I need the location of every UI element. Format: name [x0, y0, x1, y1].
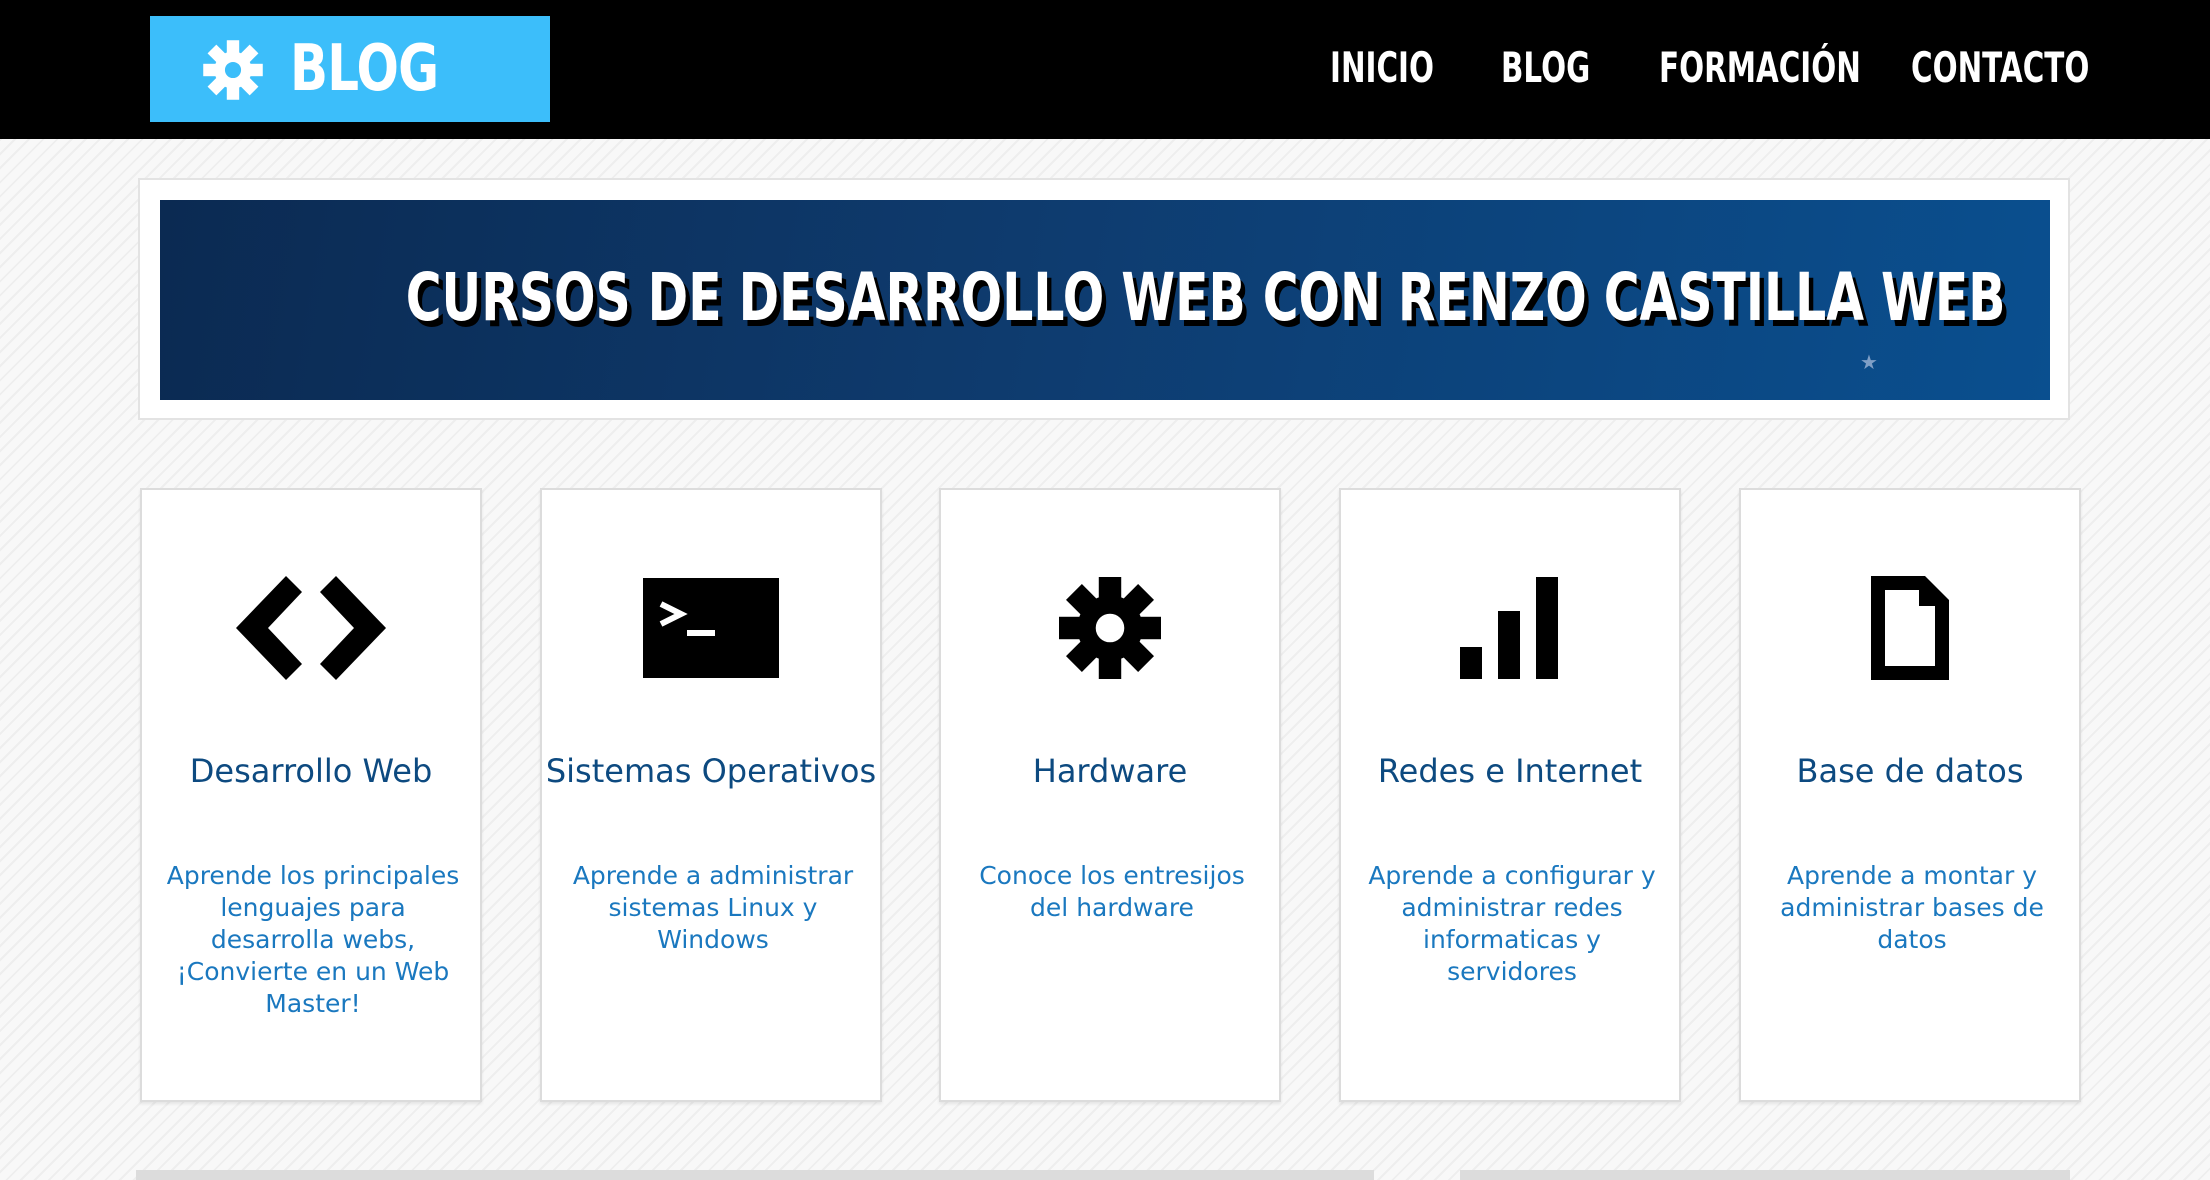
card-icon-wrapper: [1741, 576, 2079, 680]
card-icon-wrapper: [941, 576, 1279, 680]
terminal-icon: [643, 578, 779, 678]
card-icon-wrapper: [1341, 576, 1679, 680]
card-description: Aprende a administrar sistemas Linux y W…: [572, 861, 854, 954]
card-icon-wrapper: [142, 576, 480, 680]
card-description: Aprende los principales lenguajes para d…: [166, 861, 460, 1018]
gear-icon: [203, 40, 263, 100]
card-description: Aprende a configurar y administrar redes…: [1368, 861, 1656, 986]
card-sistemas-operativos[interactable]: Sistemas Operativos Aprende a administra…: [540, 488, 882, 1102]
banner-title: CURSOS DE DESARROLLO WEB CON RENZO CASTI…: [405, 259, 2006, 336]
card-redes-internet[interactable]: Redes e Internet Aprende a configurar y …: [1339, 488, 1681, 1102]
card-title: Sistemas Operativos: [545, 752, 877, 790]
star-icon: ★: [1860, 350, 1878, 374]
card-title: Base de datos: [1796, 752, 2024, 790]
card-icon-wrapper: [542, 576, 880, 680]
nav-item-inicio[interactable]: INICIO: [1330, 36, 1434, 100]
card-title: Redes e Internet: [1377, 752, 1643, 790]
hero-banner: CURSOS DE DESARROLLO WEB CON RENZO CASTI…: [160, 200, 2050, 400]
card-title: Desarrollo Web: [189, 752, 433, 790]
code-icon: [236, 576, 386, 680]
card-base-de-datos[interactable]: Base de datos Aprende a montar y adminis…: [1739, 488, 2081, 1102]
nav-item-formacion[interactable]: FORMACIÓN: [1659, 36, 1861, 100]
nav-item-contacto[interactable]: CONTACTO: [1911, 36, 2089, 100]
file-icon: [1871, 576, 1949, 680]
card-hardware[interactable]: Hardware Conoce los entresijos del hardw…: [939, 488, 1281, 1102]
bottom-panel-right: [1460, 1170, 2070, 1180]
card-description: Conoce los entresijos del hardware: [979, 861, 1245, 922]
card-description: Aprende a montar y administrar bases de …: [1780, 861, 2044, 954]
bottom-panel-left: [136, 1170, 1374, 1180]
card-title: Hardware: [1032, 752, 1188, 790]
site-header: BLOG INICIO BLOG FORMACIÓN CONTACTO: [0, 0, 2210, 139]
gear-icon: [1059, 577, 1161, 679]
logo[interactable]: BLOG: [150, 16, 550, 122]
logo-text: BLOG: [290, 32, 439, 106]
signal-bars-icon: [1460, 577, 1558, 679]
card-desarrollo-web[interactable]: Desarrollo Web Aprende los principales l…: [140, 488, 482, 1102]
nav-item-blog[interactable]: BLOG: [1501, 36, 1590, 100]
